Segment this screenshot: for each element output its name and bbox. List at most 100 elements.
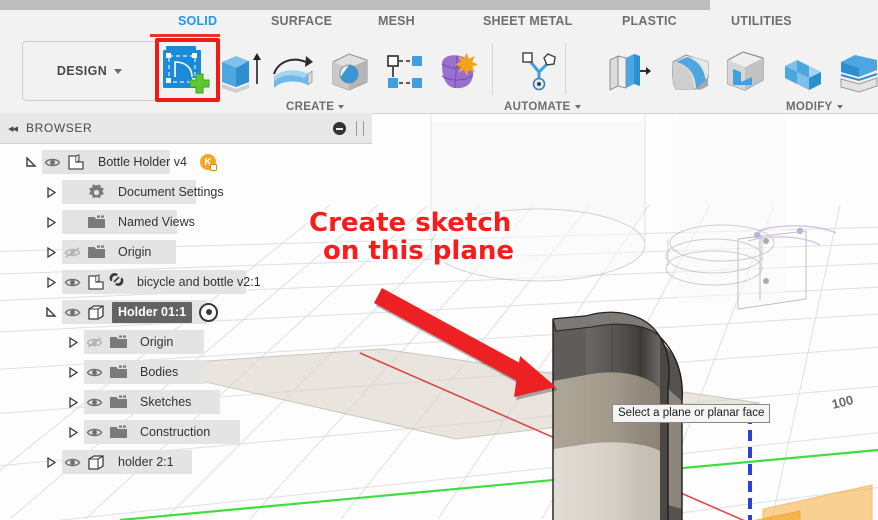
tree-item-label: Construction bbox=[140, 424, 211, 439]
sheet-metal-automate-button[interactable] bbox=[515, 44, 565, 96]
eye-hidden-icon[interactable] bbox=[64, 246, 81, 259]
tree-row-sketches[interactable]: Sketches bbox=[0, 387, 330, 417]
tab-plastic[interactable]: PLASTIC bbox=[622, 14, 677, 28]
annotation-line-2: on this plane bbox=[323, 236, 515, 267]
eye-visible-icon[interactable] bbox=[64, 456, 81, 469]
tree-expand-triangle-open-icon[interactable] bbox=[26, 156, 37, 168]
tree-row-named-views[interactable]: Named Views bbox=[0, 207, 330, 237]
gear-icon bbox=[87, 183, 106, 201]
group-modify-label: MODIFY bbox=[786, 101, 833, 113]
window-title-strip-right bbox=[710, 0, 878, 10]
tree-item-label: Sketches bbox=[140, 394, 192, 409]
eye-hidden-icon[interactable] bbox=[86, 336, 103, 349]
chevron-down-icon bbox=[574, 105, 581, 109]
mesh-create-button[interactable] bbox=[434, 44, 484, 96]
group-create-label: CREATE bbox=[286, 101, 335, 113]
tree-item-label: Named Views bbox=[118, 214, 195, 229]
eye-visible-icon[interactable] bbox=[86, 366, 103, 379]
tree-row-bodies[interactable]: Bodies bbox=[0, 357, 330, 387]
tree-expand-triangle-icon[interactable] bbox=[68, 426, 79, 438]
tree-expand-triangle-icon[interactable] bbox=[46, 186, 57, 198]
eye-visible-icon[interactable] bbox=[44, 156, 61, 169]
folder-icon bbox=[87, 244, 106, 261]
tree-item-label: bicycle and bottle v2:1 bbox=[137, 274, 261, 289]
extrude-button[interactable] bbox=[214, 44, 264, 96]
tree-item-label: Bodies bbox=[140, 364, 179, 379]
tree-row-holder-01-1[interactable]: Holder 01:1 bbox=[0, 297, 330, 327]
chevron-down-icon bbox=[114, 68, 123, 74]
tree-expand-triangle-icon[interactable] bbox=[68, 396, 79, 408]
tree-item-label: Document Settings bbox=[118, 184, 224, 199]
tree-item-label: Holder 01:1 bbox=[112, 301, 193, 323]
folder-icon bbox=[109, 424, 128, 441]
tree-expand-triangle-icon[interactable] bbox=[46, 246, 57, 258]
panel-resize-grip[interactable] bbox=[356, 121, 364, 136]
link-icon bbox=[106, 271, 125, 293]
eye-visible-icon[interactable] bbox=[64, 306, 81, 319]
tab-surface[interactable]: SURFACE bbox=[271, 14, 332, 28]
body-icon bbox=[87, 304, 106, 321]
folder-icon bbox=[109, 334, 128, 351]
annotation-line-1: Create sketch bbox=[309, 208, 512, 238]
tree-item-label: Origin bbox=[140, 334, 174, 349]
component-link-icon bbox=[87, 273, 106, 291]
eye-visible-icon[interactable] bbox=[64, 276, 81, 289]
tree-expand-triangle-icon[interactable] bbox=[46, 216, 57, 228]
folder-icon bbox=[87, 214, 106, 231]
minus-circle-icon[interactable] bbox=[333, 122, 346, 135]
workspace-design-label: DESIGN bbox=[56, 64, 108, 78]
tree-row-document-settings[interactable]: Document Settings bbox=[0, 177, 330, 207]
group-automate-label: AUTOMATE bbox=[504, 101, 571, 113]
eye-placeholder bbox=[64, 216, 81, 229]
utilities-shell-button[interactable] bbox=[721, 44, 771, 96]
ribbon-tabs: SOLID SURFACE MESH SHEET METAL PLASTIC UTILIT… bbox=[0, 14, 878, 37]
tree-row-bicycle-and-bottle-v2-1[interactable]: bicycle and bottle v2:1 bbox=[0, 267, 330, 297]
eye-visible-icon[interactable] bbox=[86, 426, 103, 439]
group-create[interactable]: CREATE bbox=[286, 101, 345, 113]
tree-expand-triangle-icon[interactable] bbox=[46, 276, 57, 288]
tab-sheet-metal[interactable]: SHEET METAL bbox=[483, 14, 572, 28]
browser-tree: Bottle Holder v4 K Document Settings Named … bbox=[0, 147, 330, 477]
surface-revolve-button[interactable] bbox=[325, 44, 375, 96]
modify-combine-button[interactable] bbox=[777, 44, 827, 96]
tab-active-underline bbox=[150, 34, 220, 37]
tree-row-origin[interactable]: Origin bbox=[0, 237, 330, 267]
plastic-press-pull-button[interactable] bbox=[604, 44, 654, 96]
collapse-left-icon[interactable]: ◂◂ bbox=[8, 122, 18, 135]
tree-row-bottle-holder-v4[interactable]: Bottle Holder v4 K bbox=[0, 147, 330, 177]
tree-expand-triangle-icon[interactable] bbox=[68, 366, 79, 378]
mesh-plane-button[interactable] bbox=[382, 44, 432, 96]
tree-expand-triangle-icon[interactable] bbox=[68, 336, 79, 348]
group-automate[interactable]: AUTOMATE bbox=[504, 101, 581, 113]
create-sketch-button[interactable] bbox=[160, 44, 210, 96]
plastic-fillet-button[interactable] bbox=[666, 44, 716, 96]
tree-row-holder-2-1[interactable]: holder 2:1 bbox=[0, 447, 330, 477]
tab-mesh[interactable]: MESH bbox=[378, 14, 415, 28]
chevron-down-icon bbox=[338, 105, 345, 109]
chevron-down-icon bbox=[836, 105, 843, 109]
surface-sweep-button[interactable] bbox=[268, 44, 318, 96]
annotation-text: Create sketch on this plane bbox=[309, 209, 514, 265]
body-icon bbox=[87, 454, 106, 471]
tree-expand-triangle-open-icon[interactable] bbox=[46, 306, 57, 318]
tree-row-origin[interactable]: Origin bbox=[0, 327, 330, 357]
ribbon-toolbar: SOLID SURFACE MESH SHEET METAL PLASTIC UTILIT… bbox=[0, 10, 878, 114]
browser-panel-header: ◂◂ BROWSER bbox=[0, 113, 372, 144]
tree-item-label: holder 2:1 bbox=[118, 454, 174, 469]
folder-icon bbox=[109, 394, 128, 411]
eye-visible-icon[interactable] bbox=[86, 396, 103, 409]
browser-title: BROWSER bbox=[26, 121, 93, 135]
shared-badge-icon: K bbox=[199, 154, 216, 170]
tree-expand-triangle-icon[interactable] bbox=[46, 456, 57, 468]
tab-solid[interactable]: SOLID bbox=[178, 14, 217, 28]
tree-item-label: Bottle Holder v4 bbox=[98, 154, 187, 169]
modify-split-button[interactable] bbox=[833, 44, 878, 96]
group-modify[interactable]: MODIFY bbox=[786, 101, 843, 113]
active-component-radio-icon[interactable] bbox=[199, 302, 219, 322]
tree-row-construction[interactable]: Construction bbox=[0, 417, 330, 447]
tree-item-label: Origin bbox=[118, 244, 152, 259]
tab-utilities[interactable]: UTILITIES bbox=[731, 14, 792, 28]
workspace-design-button[interactable]: DESIGN bbox=[22, 41, 157, 101]
eye-placeholder bbox=[64, 186, 81, 199]
plane-select-tooltip: Select a plane or planar face bbox=[612, 404, 771, 423]
